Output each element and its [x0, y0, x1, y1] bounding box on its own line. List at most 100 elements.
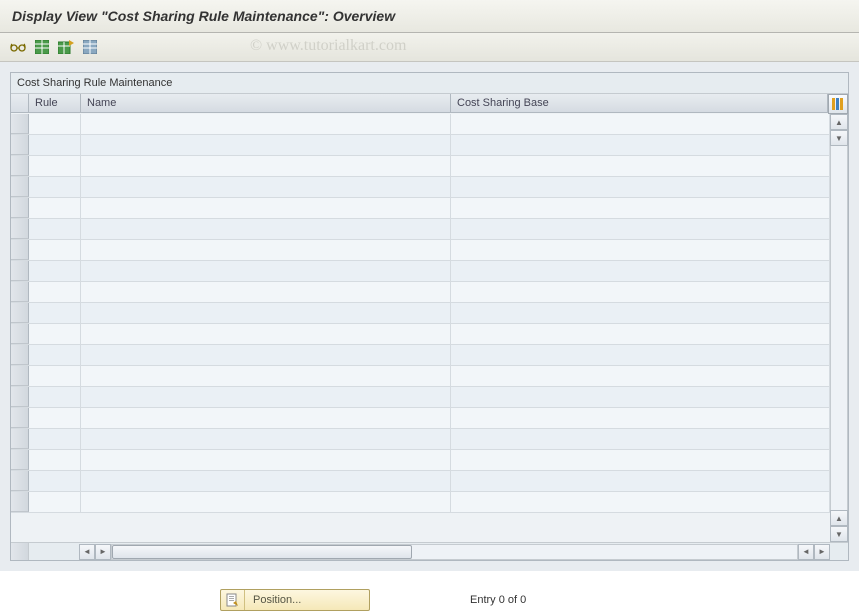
cell-base[interactable]: [451, 345, 830, 365]
cell-base[interactable]: [451, 156, 830, 176]
cell-rule[interactable]: [29, 261, 81, 281]
cell-base[interactable]: [451, 303, 830, 323]
cell-name[interactable]: [81, 408, 451, 428]
cell-base[interactable]: [451, 114, 830, 134]
cell-name[interactable]: [81, 492, 451, 512]
cell-name[interactable]: [81, 135, 451, 155]
row-selector[interactable]: [11, 198, 29, 218]
cell-rule[interactable]: [29, 492, 81, 512]
cell-base[interactable]: [451, 450, 830, 470]
vertical-scrollbar[interactable]: [830, 146, 848, 510]
table-row[interactable]: [11, 450, 830, 471]
column-header-rule[interactable]: Rule: [29, 94, 81, 112]
print-button[interactable]: [80, 37, 100, 57]
cell-base[interactable]: [451, 198, 830, 218]
row-selector[interactable]: [11, 219, 29, 239]
row-selector[interactable]: [11, 282, 29, 302]
horizontal-scrollbar[interactable]: [111, 544, 798, 560]
table-row[interactable]: [11, 408, 830, 429]
row-selector[interactable]: [11, 303, 29, 323]
table-row[interactable]: [11, 219, 830, 240]
cell-rule[interactable]: [29, 408, 81, 428]
cell-name[interactable]: [81, 366, 451, 386]
table-row[interactable]: [11, 198, 830, 219]
table-row[interactable]: [11, 303, 830, 324]
column-header-name[interactable]: Name: [81, 94, 451, 112]
row-selector[interactable]: [11, 387, 29, 407]
display-change-button[interactable]: [8, 37, 28, 57]
cell-name[interactable]: [81, 345, 451, 365]
cell-name[interactable]: [81, 261, 451, 281]
scroll-down-button[interactable]: ▼: [830, 130, 848, 146]
row-selector[interactable]: [11, 114, 29, 134]
cell-base[interactable]: [451, 492, 830, 512]
cell-name[interactable]: [81, 282, 451, 302]
cell-name[interactable]: [81, 387, 451, 407]
scroll-up-button-bottom[interactable]: ▲: [830, 510, 848, 526]
table-row[interactable]: [11, 387, 830, 408]
cell-rule[interactable]: [29, 219, 81, 239]
table-row[interactable]: [11, 345, 830, 366]
cell-base[interactable]: [451, 219, 830, 239]
cell-name[interactable]: [81, 219, 451, 239]
cell-name[interactable]: [81, 177, 451, 197]
cell-rule[interactable]: [29, 345, 81, 365]
row-selector[interactable]: [11, 135, 29, 155]
cell-rule[interactable]: [29, 303, 81, 323]
deselect-all-button[interactable]: [56, 37, 76, 57]
cell-name[interactable]: [81, 303, 451, 323]
row-selector[interactable]: [11, 471, 29, 491]
row-selector[interactable]: [11, 450, 29, 470]
row-selector[interactable]: [11, 492, 29, 512]
row-selector[interactable]: [11, 408, 29, 428]
cell-base[interactable]: [451, 177, 830, 197]
position-button[interactable]: Position...: [220, 589, 370, 611]
table-settings-button[interactable]: [828, 94, 848, 114]
cell-base[interactable]: [451, 408, 830, 428]
cell-base[interactable]: [451, 387, 830, 407]
scroll-down-button-bottom[interactable]: ▼: [830, 526, 848, 542]
scroll-left-button[interactable]: ◄: [79, 544, 95, 560]
row-selector[interactable]: [11, 429, 29, 449]
cell-rule[interactable]: [29, 471, 81, 491]
row-selector[interactable]: [11, 240, 29, 260]
cell-rule[interactable]: [29, 135, 81, 155]
row-selector[interactable]: [11, 324, 29, 344]
table-row[interactable]: [11, 135, 830, 156]
cell-rule[interactable]: [29, 450, 81, 470]
cell-base[interactable]: [451, 282, 830, 302]
cell-name[interactable]: [81, 198, 451, 218]
table-row[interactable]: [11, 177, 830, 198]
select-all-button[interactable]: [32, 37, 52, 57]
cell-name[interactable]: [81, 429, 451, 449]
scroll-right-button[interactable]: ►: [95, 544, 111, 560]
table-row[interactable]: [11, 240, 830, 261]
cell-name[interactable]: [81, 471, 451, 491]
row-selector[interactable]: [11, 177, 29, 197]
cell-rule[interactable]: [29, 240, 81, 260]
cell-rule[interactable]: [29, 366, 81, 386]
cell-rule[interactable]: [29, 324, 81, 344]
table-row[interactable]: [11, 471, 830, 492]
scroll-right-end-button[interactable]: ►: [814, 544, 830, 560]
cell-name[interactable]: [81, 156, 451, 176]
table-row[interactable]: [11, 324, 830, 345]
cell-base[interactable]: [451, 240, 830, 260]
scroll-left-end-button[interactable]: ◄: [798, 544, 814, 560]
row-selector[interactable]: [11, 261, 29, 281]
cell-name[interactable]: [81, 240, 451, 260]
cell-name[interactable]: [81, 324, 451, 344]
row-selector-header[interactable]: [11, 94, 29, 112]
cell-base[interactable]: [451, 135, 830, 155]
cell-rule[interactable]: [29, 198, 81, 218]
cell-rule[interactable]: [29, 156, 81, 176]
cell-base[interactable]: [451, 261, 830, 281]
cell-base[interactable]: [451, 366, 830, 386]
cell-rule[interactable]: [29, 282, 81, 302]
table-row[interactable]: [11, 282, 830, 303]
cell-base[interactable]: [451, 429, 830, 449]
cell-rule[interactable]: [29, 429, 81, 449]
row-selector[interactable]: [11, 156, 29, 176]
cell-rule[interactable]: [29, 114, 81, 134]
cell-name[interactable]: [81, 450, 451, 470]
